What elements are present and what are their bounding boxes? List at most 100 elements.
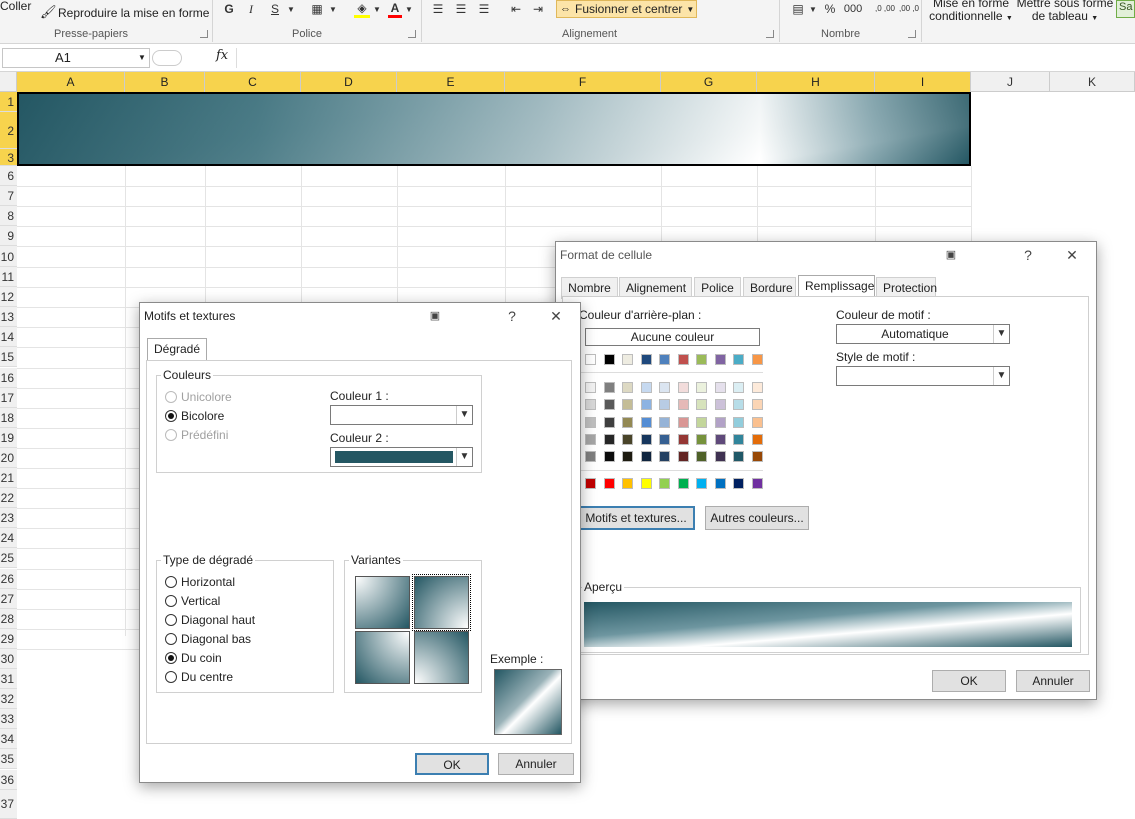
decrease-decimal-button[interactable]: ,00 ,0 (898, 0, 920, 18)
ok-button[interactable]: OK (415, 753, 489, 775)
color-swatch[interactable] (714, 399, 726, 411)
row-header[interactable]: 21 (0, 468, 17, 489)
color-swatch[interactable] (622, 354, 633, 365)
merge-center-button[interactable]: ⇔ Fusionner et centrer ▼ (556, 0, 697, 18)
color-swatch[interactable] (733, 451, 744, 463)
row-header[interactable]: 22 (0, 488, 17, 509)
color-swatch[interactable] (640, 354, 652, 365)
close-button[interactable]: ✕ (1062, 245, 1082, 265)
color-swatch[interactable] (640, 382, 652, 393)
motifs-textures-button[interactable]: Motifs et textures... (577, 506, 695, 530)
column-header[interactable]: G (661, 72, 757, 92)
ok-button[interactable]: OK (932, 670, 1006, 692)
color-swatch[interactable] (751, 433, 763, 445)
column-header[interactable]: K (1050, 72, 1135, 92)
row-header[interactable]: 29 (0, 628, 17, 649)
color-swatch[interactable] (751, 478, 763, 489)
color-swatch[interactable] (622, 399, 633, 411)
increase-decimal-button[interactable]: ,0 ,00 (874, 0, 896, 18)
pattern-color-select[interactable]: Automatique ▼ (836, 324, 1010, 344)
clipboard-launcher-icon[interactable] (200, 30, 208, 38)
row-header[interactable]: 19 (0, 427, 17, 448)
color-swatch[interactable] (696, 399, 707, 411)
row-header[interactable]: 31 (0, 669, 17, 690)
color-swatch[interactable] (733, 382, 744, 393)
row-header[interactable]: 15 (0, 347, 17, 368)
row-header[interactable]: 8 (0, 206, 17, 226)
dropdown-arrow-icon[interactable]: ▼ (372, 0, 382, 18)
color-swatch[interactable] (696, 433, 707, 445)
color-swatch[interactable] (696, 416, 707, 428)
row-header[interactable]: 37 (0, 789, 17, 819)
column-header[interactable]: D (301, 72, 397, 92)
accounting-format-icon[interactable]: ▤ (789, 0, 807, 18)
radio-type-3[interactable]: Diagonal bas (165, 632, 251, 646)
color-swatch[interactable] (733, 416, 744, 428)
radio-predefini[interactable]: Prédéfini (165, 428, 228, 442)
formula-input[interactable] (236, 48, 1135, 68)
color-swatch[interactable] (603, 433, 615, 445)
variant-2[interactable] (412, 574, 471, 631)
radio-unicolore[interactable]: Unicolore (165, 390, 232, 404)
dropdown-arrow-icon[interactable]: ▼ (286, 0, 296, 18)
color-swatch[interactable] (714, 433, 726, 445)
color-swatch[interactable] (659, 433, 670, 445)
row-header[interactable]: 17 (0, 387, 17, 408)
help-button[interactable]: ? (502, 306, 522, 326)
color-swatch[interactable] (751, 416, 763, 428)
color-swatch[interactable] (659, 382, 670, 393)
decrease-indent-icon[interactable]: ⇤ (508, 0, 524, 18)
row-header[interactable]: 3 (0, 149, 17, 166)
color-swatch[interactable] (677, 451, 689, 463)
row-header[interactable]: 1 (0, 92, 17, 112)
variant-3[interactable] (355, 631, 410, 684)
color-swatch[interactable] (677, 433, 689, 445)
color2-select[interactable]: ▼ (330, 447, 473, 467)
radio-type-5[interactable]: Du centre (165, 670, 233, 684)
color-swatch[interactable] (585, 399, 596, 411)
fill-color-icon[interactable]: ◈ (354, 0, 370, 18)
help-button[interactable]: ? (1018, 245, 1038, 265)
increase-indent-icon[interactable]: ⇥ (530, 0, 546, 18)
color-swatch[interactable] (677, 478, 689, 489)
pattern-style-select[interactable]: ▼ (836, 366, 1010, 386)
alignment-launcher-icon[interactable] (766, 30, 774, 38)
cancel-button[interactable]: Annuler (1016, 670, 1090, 692)
align-center-icon[interactable]: ☰ (453, 0, 469, 18)
row-header[interactable]: 34 (0, 729, 17, 750)
number-launcher-icon[interactable] (908, 30, 916, 38)
column-header[interactable]: A (17, 72, 125, 92)
more-colors-button[interactable]: Autres couleurs... (705, 506, 809, 530)
color-swatch[interactable] (714, 382, 726, 393)
color-swatch[interactable] (640, 433, 652, 445)
color-swatch[interactable] (659, 451, 670, 463)
color-swatch[interactable] (585, 354, 596, 365)
row-header[interactable]: 9 (0, 226, 17, 246)
row-header[interactable]: 16 (0, 367, 17, 388)
align-right-icon[interactable]: ☰ (476, 0, 492, 18)
color-swatch[interactable] (677, 382, 689, 393)
color-swatch[interactable] (733, 399, 744, 411)
color-swatch[interactable] (603, 354, 615, 365)
paintbrush-icon[interactable]: 🖌 (40, 4, 57, 20)
conditional-format-button[interactable]: Mise en forme conditionnelle ▼ (929, 0, 1013, 25)
dropdown-arrow-icon[interactable]: ▼ (328, 0, 338, 18)
restore-icon[interactable]: ▣ (425, 306, 445, 326)
color-swatch[interactable] (659, 416, 670, 428)
row-header[interactable]: 27 (0, 588, 17, 609)
borders-icon[interactable]: ▦ (310, 0, 324, 18)
radio-type-4[interactable]: Du coin (165, 651, 222, 665)
column-header[interactable]: E (397, 72, 505, 92)
color-swatch[interactable] (733, 433, 744, 445)
color-swatch[interactable] (640, 451, 652, 463)
radio-bicolore[interactable]: Bicolore (165, 409, 224, 423)
color-swatch[interactable] (622, 382, 633, 393)
cancel-button[interactable]: Annuler (498, 753, 574, 775)
tab-degrade[interactable]: Dégradé (147, 338, 207, 362)
color-swatch[interactable] (696, 354, 707, 365)
row-header[interactable]: 6 (0, 166, 17, 186)
color-swatch[interactable] (751, 451, 763, 463)
dropdown-arrow-icon[interactable]: ▼ (808, 0, 818, 18)
row-header[interactable]: 35 (0, 749, 17, 770)
font-launcher-icon[interactable] (408, 30, 416, 38)
